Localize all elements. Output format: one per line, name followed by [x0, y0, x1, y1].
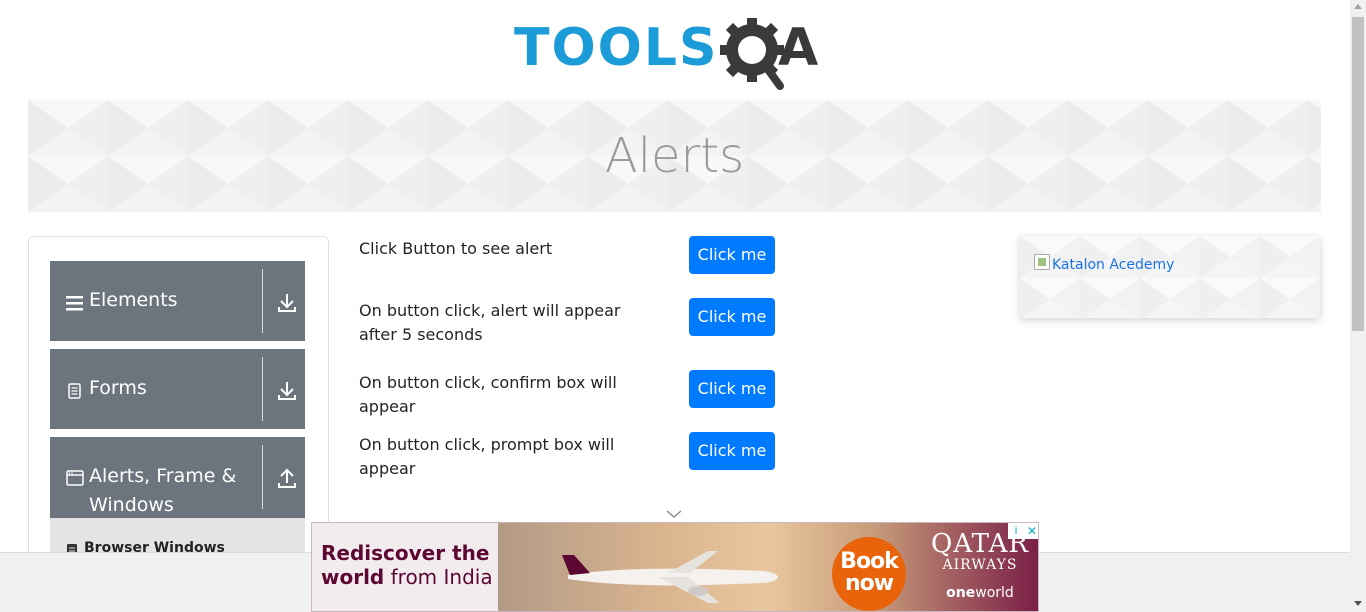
book-now-button[interactable]: Book now: [832, 537, 906, 611]
timer-alert-button[interactable]: Click me: [689, 298, 775, 336]
ad-image-alt-text[interactable]: Katalon Acedemy: [1052, 257, 1174, 273]
ad-close-icon[interactable]: ✕: [1024, 523, 1038, 539]
hamburger-icon: [66, 296, 83, 311]
chevron-down-icon[interactable]: [666, 509, 682, 519]
window-icon: [66, 470, 84, 486]
download-arrow-icon[interactable]: [276, 380, 298, 402]
alert-row-text: Click Button to see alert: [359, 239, 553, 258]
sidebar-group-label-line2: Windows: [89, 494, 174, 516]
header: TOOLS A: [0, 0, 1350, 100]
sidebar-group-elements[interactable]: Elements: [50, 261, 305, 341]
logo-text-a: A: [778, 18, 819, 78]
sidebar-group-alerts-frame-windows[interactable]: Alerts, Frame & Windows: [50, 437, 305, 518]
qatar-airways-ad[interactable]: Rediscover the world from India Book now…: [311, 522, 1039, 612]
ad-headline-light: from India: [384, 565, 493, 589]
broken-image-icon: [1034, 254, 1050, 270]
vertical-scrollbar[interactable]: [1350, 0, 1366, 612]
confirm-button[interactable]: Click me: [689, 370, 775, 408]
ad-card-pattern: [1020, 236, 1320, 318]
document-icon: [68, 383, 81, 399]
download-arrow-icon[interactable]: [276, 292, 298, 314]
oneworld-light: world: [975, 585, 1014, 601]
ad-headline-bold: world: [321, 565, 385, 589]
prompt-button[interactable]: Click me: [689, 432, 775, 470]
timer-alert-row-text: On button click, alert will appear after…: [359, 301, 621, 344]
sidebar-group-label-line1: Alerts, Frame &: [89, 465, 237, 487]
page-title: Alerts: [604, 128, 745, 184]
airways-brand: AIRWAYS: [942, 557, 1018, 573]
airplane-image: [562, 551, 778, 603]
upload-arrow-icon[interactable]: [276, 468, 298, 490]
sidebar-group-label: Forms: [89, 377, 147, 399]
katalon-ad-card[interactable]: Katalon Acedemy: [1020, 236, 1320, 318]
confirm-row-text: On button click, confirm box will appear: [359, 373, 617, 416]
scroll-down-arrow-icon[interactable]: [1354, 601, 1362, 606]
page: TOOLS A Alerts Elements Forms Alerts, Fr…: [0, 0, 1350, 612]
sidebar: Elements Forms Alerts, Frame & Windows B…: [28, 236, 329, 566]
sidebar-group-label: Elements: [89, 289, 178, 311]
logo-text-tools: TOOLS: [514, 18, 719, 78]
divider: [262, 269, 263, 333]
sidebar-group-forms[interactable]: Forms: [50, 349, 305, 429]
page-banner: Alerts: [28, 100, 1321, 212]
ad-headline: Rediscover the world from India: [321, 541, 493, 589]
oneworld-logo: oneworld: [924, 585, 1036, 601]
ad-headline-line1: Rediscover the: [321, 541, 490, 565]
divider: [262, 445, 263, 509]
toolsqa-logo[interactable]: TOOLS A: [514, 14, 838, 92]
book-now-line2: now: [844, 571, 894, 596]
prompt-row-text: On button click, prompt box will appear: [359, 435, 615, 478]
oneworld-bold: one: [946, 585, 976, 601]
ad-info-icon[interactable]: i: [1008, 523, 1024, 539]
scrollbar-thumb[interactable]: [1352, 17, 1364, 331]
scroll-up-arrow-icon[interactable]: [1354, 4, 1362, 9]
alert-button[interactable]: Click me: [689, 236, 775, 274]
divider: [262, 357, 263, 421]
